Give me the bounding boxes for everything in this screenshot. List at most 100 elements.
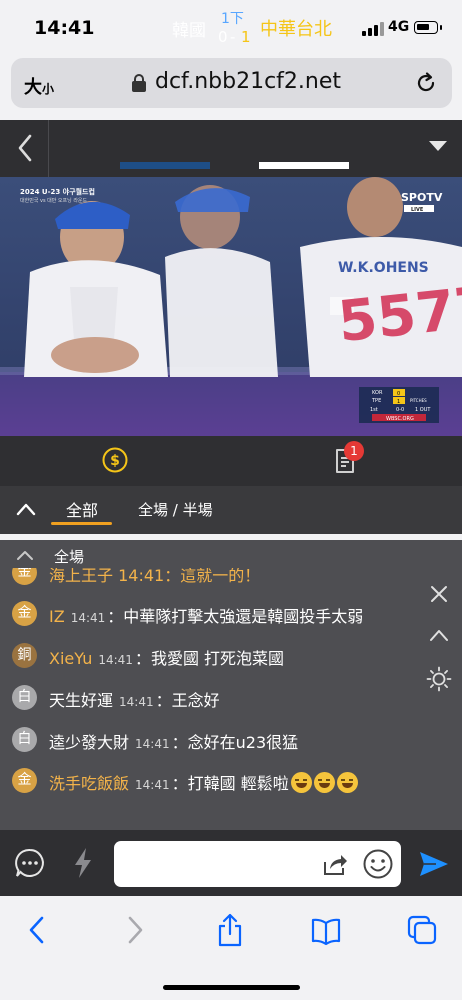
game-header — [0, 120, 462, 177]
message-input[interactable] — [114, 841, 401, 887]
address-bar[interactable]: 大小 dcf.nbb21cf2.net — [11, 58, 452, 108]
live-video[interactable]: W.K.OHENS 5577 2024 U-23 야구월드컵 대한민국 vs 대… — [0, 177, 462, 436]
forward-icon[interactable] — [118, 912, 150, 948]
reload-icon[interactable] — [413, 70, 439, 96]
share-icon[interactable] — [321, 850, 349, 878]
chat-text: 打韓國 輕鬆啦 — [187, 774, 289, 793]
tabs-icon[interactable] — [406, 912, 438, 948]
chevron-down-icon[interactable] — [429, 141, 447, 151]
score-separator: - — [230, 28, 236, 46]
chat-username[interactable]: XieYu — [49, 649, 92, 668]
scorebug-count: 0-0 — [396, 407, 404, 413]
chat-time: 14:41 — [119, 695, 154, 709]
network-type: 4G — [388, 19, 410, 35]
chevron-up-icon[interactable] — [16, 549, 34, 561]
scorebug-team2-score: 1 — [397, 399, 400, 405]
chat-text: 王念好 — [171, 691, 220, 710]
chat-message: 金 IZ 14:41 ：中華隊打擊太強還是韓國投手太弱 — [0, 601, 420, 641]
chat-username[interactable]: 洗手吃飯飯 — [49, 774, 129, 793]
laughing-emoji-icon — [290, 772, 312, 793]
bookmarks-icon[interactable] — [310, 912, 342, 948]
chat-username[interactable]: IZ — [49, 607, 65, 626]
chat-separator: ： — [171, 774, 188, 793]
chat-message: 白 天生好運 14:41 ：王念好 — [0, 685, 420, 725]
send-icon[interactable] — [418, 850, 450, 878]
svg-text:$: $ — [110, 453, 120, 469]
tab-full-half[interactable]: 全場 / 半場 — [138, 499, 213, 520]
chat-separator: ： — [155, 691, 172, 710]
tab-active-underline — [51, 522, 112, 525]
section-label: 全場 — [54, 548, 85, 566]
rank-badge: 金 — [12, 768, 37, 793]
lock-icon — [132, 74, 146, 92]
chat-separator: ： — [107, 607, 124, 626]
chat-time: 14:41 — [135, 737, 170, 751]
chat-partial-text: 海上王子 14:41：這就一的！ — [49, 568, 261, 585]
video-frame: W.K.OHENS 5577 2024 U-23 야구월드컵 대한민국 vs 대… — [0, 177, 462, 436]
chat-separator: ： — [171, 733, 188, 752]
coin-icon[interactable]: $ — [101, 446, 129, 474]
close-icon[interactable] — [429, 584, 449, 604]
smiley-icon[interactable] — [362, 848, 394, 880]
url-text[interactable]: dcf.nbb21cf2.net — [155, 69, 341, 94]
status-time: 14:41 — [34, 17, 95, 39]
chevron-up-icon[interactable] — [429, 628, 449, 642]
chat-time: 14:41 — [98, 653, 133, 667]
home-score: 0 — [218, 28, 228, 46]
battery-icon — [414, 21, 442, 34]
chat-separator: ： — [134, 649, 151, 668]
signal-icon — [362, 22, 384, 36]
chat-bubble-icon[interactable] — [14, 847, 46, 879]
chat-time: 14:41 — [70, 611, 106, 625]
lightning-icon[interactable] — [70, 846, 96, 880]
text-size-small: 小 — [42, 82, 55, 96]
tab-all[interactable]: 全部 — [66, 497, 98, 521]
scorebug-team1-score: 0 — [397, 391, 400, 397]
back-icon[interactable] — [22, 912, 54, 948]
laughing-emoji-icon — [336, 772, 358, 793]
rank-badge: 白 — [12, 727, 37, 752]
chat-text: 我愛國 打死泡菜國 — [150, 649, 285, 668]
home-indicator — [163, 985, 300, 990]
rank-badge: 金 — [12, 601, 37, 626]
rank-badge: 金 — [12, 568, 37, 585]
chevron-up-icon[interactable] — [16, 502, 36, 516]
tournament-title: 2024 U-23 야구월드컵 — [20, 187, 95, 196]
text-size-big: 大 — [24, 77, 42, 98]
chat-message: 白 逵少發大財 14:41 ：念好在u23很猛 — [0, 727, 420, 767]
home-team-name: 韓國 — [172, 21, 206, 41]
icon-bar: $ — [0, 436, 462, 486]
text-size-button[interactable]: 大小 — [24, 73, 54, 99]
live-label: LIVE — [411, 207, 424, 213]
scorebug-inning: 1st — [370, 407, 378, 413]
chat-username[interactable]: 逵少發大財 — [49, 733, 129, 752]
chat-message-partial: 金 海上王子 14:41：這就一的！ — [0, 568, 420, 600]
chat-message: 銅 XieYu 14:41 ：我愛國 打死泡菜國 — [0, 643, 420, 683]
chat-username[interactable]: 天生好運 — [49, 691, 113, 710]
home-team-bar — [120, 162, 210, 169]
chat-text: 中華隊打擊太強還是韓國投手太弱 — [123, 607, 364, 626]
rank-badge: 白 — [12, 685, 37, 710]
share-icon[interactable] — [214, 912, 246, 948]
chat-message: 金 洗手吃飯飯 14:41 ：打韓國 輕鬆啦 — [0, 768, 420, 808]
notification-badge: 1 — [344, 441, 364, 461]
sun-icon[interactable] — [426, 666, 452, 692]
away-team-bar — [259, 162, 349, 169]
tournament-subtitle: 대한민국 vs 대만 오프닝 라운드 — [20, 197, 88, 204]
scorebug-team2: TPE — [371, 398, 381, 404]
jersey-name: W.K.OHENS — [338, 260, 429, 276]
back-arrow-icon[interactable] — [12, 130, 38, 166]
inning-indicator: 1下 — [221, 11, 244, 27]
chat-list[interactable]: 金 海上王子 14:41：這就一的！ 金 IZ 14:41 ：中華隊打擊太強還是韓國… — [0, 568, 462, 830]
chat-text: 念好在u23很猛 — [187, 733, 299, 752]
away-team-name: 中華台北 — [260, 19, 332, 40]
chat-time: 14:41 — [135, 778, 170, 792]
scorebug-pitches: PITCHES — [410, 398, 427, 403]
scorebug: KOR 0 TPE 1 PITCHES 1st 0-0 1 OUT WBSC.O… — [359, 387, 439, 423]
away-score: 1 — [241, 28, 251, 46]
laughing-emoji-icon — [313, 772, 335, 793]
broadcaster-logo: SPOTV — [401, 191, 443, 204]
scorebug-team1: KOR — [372, 390, 383, 396]
scorebug-site: WBSC.ORG — [386, 416, 414, 422]
rank-badge: 銅 — [12, 643, 37, 668]
